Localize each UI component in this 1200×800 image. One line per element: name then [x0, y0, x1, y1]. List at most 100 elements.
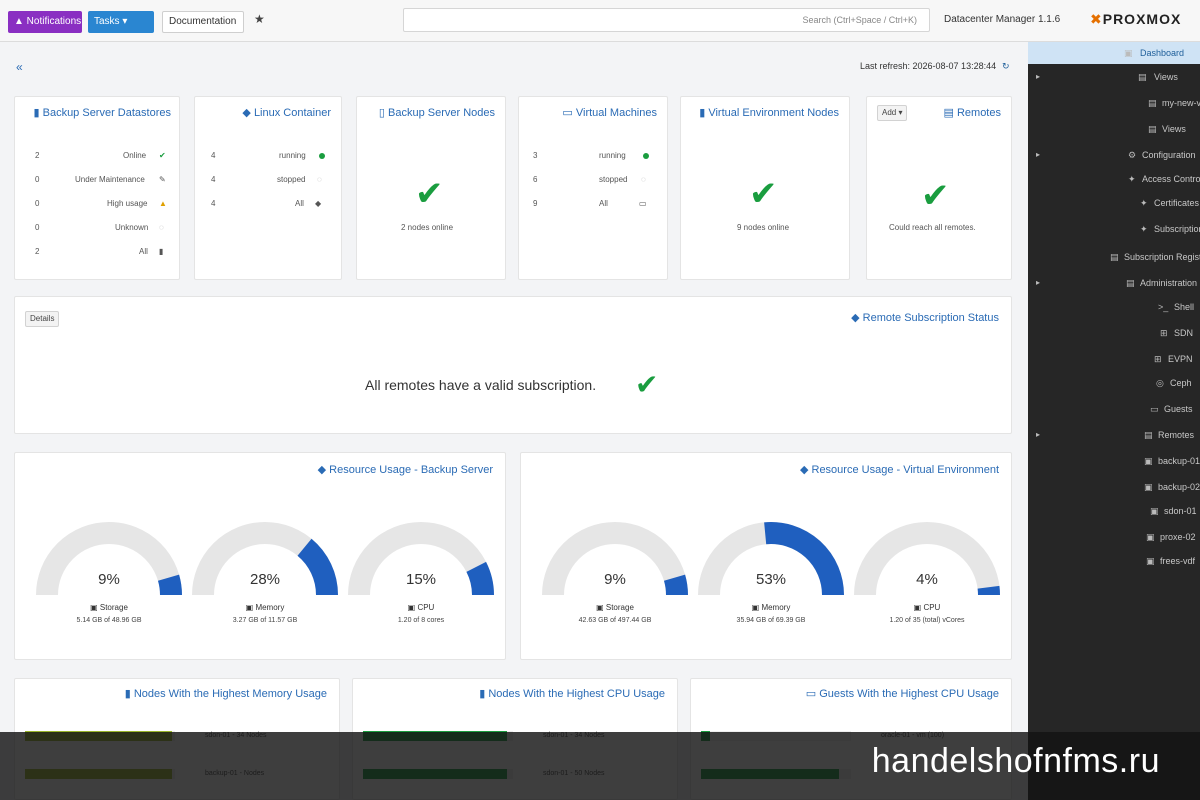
refresh-icon[interactable]: ↻ [1002, 61, 1010, 72]
remote-icon: ▣ [1146, 532, 1155, 542]
sidebar-item-my-new-view[interactable]: ▤ my-new-view [1028, 92, 1200, 114]
stopped-status-icon: ◌ [641, 175, 646, 184]
sidebar-item-remote[interactable]: ▣ proxe-02 [1028, 526, 1200, 548]
sidebar-item-label: backup-02 [1158, 482, 1200, 492]
network-icon: ⊞ [1154, 354, 1162, 364]
sidebar-item-configuration[interactable]: ▸ ⚙ Configuration [1028, 144, 1200, 166]
sidebar-item-remotes[interactable]: ▸ ▤ Remotes [1028, 424, 1200, 446]
add-remote-button[interactable]: Add ▾ [877, 105, 908, 121]
sidebar-item-ceph[interactable]: ◎ Ceph [1028, 372, 1200, 394]
gauge-value: 15% [405, 571, 437, 588]
gear-icon: ⚙ [1128, 150, 1137, 160]
vm-running-label: running [599, 151, 626, 160]
sidebar-item-sdn[interactable]: ⊞ SDN [1028, 322, 1200, 344]
wrench-icon: ✎ [159, 175, 166, 184]
sidebar-item-shell[interactable]: >_ Shell [1028, 296, 1200, 318]
sidebar-item-label: Views [1154, 72, 1178, 82]
panel-title: ▮ Nodes With the Highest Memory Usage [124, 688, 327, 700]
app-title: Datacenter Manager 1.1.6 [944, 14, 1061, 25]
panel-title: ◆ Linux Container [242, 107, 331, 119]
sidebar-item-access-control[interactable]: ✦ Access Control [1028, 168, 1200, 190]
ds-maintenance-count: 0 [35, 175, 40, 184]
certificate-icon: ✦ [1140, 198, 1148, 208]
documentation-button[interactable]: Documentation [162, 11, 244, 33]
ds-high-usage-label: High usage [107, 199, 148, 208]
gauge-value: 9% [98, 571, 120, 588]
gauge-fill [466, 561, 494, 596]
backup-datastores-panel: ▮ Backup Server Datastores ✔ Online 2 ✎ … [14, 96, 180, 280]
panel-title: ◆ Resource Usage - Virtual Environment [799, 464, 999, 476]
sidebar-item-remote[interactable]: ▣ frees-vdf [1028, 550, 1200, 572]
sidebar-item-label: sdon-01 [1164, 506, 1197, 516]
sidebar-item-remote[interactable]: ▣ sdon-01 [1028, 500, 1200, 522]
tasks-button[interactable]: Tasks ▾ [88, 11, 154, 33]
ds-online-count: 2 [35, 151, 40, 160]
remote-icon: ▣ [1150, 506, 1159, 516]
sidebar-item-administration[interactable]: ▸ ▤ Administration [1028, 272, 1200, 294]
remote-icon: ▣ [1144, 456, 1153, 466]
view-icon: ▤ [1148, 98, 1157, 108]
panel-title: ◆ Resource Usage - Backup Server [317, 464, 493, 476]
gauge-subtext: 35.94 GB of 69.39 GB [736, 617, 806, 624]
stopped-status-icon: ◌ [317, 175, 322, 184]
sidebar-item-subscription-registry[interactable]: ▤ Subscription Registry [1028, 246, 1200, 268]
container-icon: ◆ [315, 199, 322, 208]
datastore-icon: ▮ [159, 247, 164, 256]
subscription-icon: ✦ [1140, 224, 1148, 234]
sidebar-item-dashboard[interactable]: ▣ Dashboard [1028, 42, 1200, 64]
chevron-icon[interactable]: ▸ [1036, 66, 1040, 88]
sidebar-item-evpn[interactable]: ⊞ EVPN [1028, 348, 1200, 370]
linux-container-panel: ◆ Linux Container running 4 ◌ stopped 4 … [194, 96, 342, 280]
network-icon: ⊞ [1160, 328, 1168, 338]
sidebar-item-label: Guests [1164, 404, 1193, 414]
view-icon: ▤ [1148, 124, 1157, 134]
notifications-button[interactable]: ▲ Notifications [8, 11, 82, 33]
chevron-icon[interactable]: ▸ [1036, 424, 1040, 446]
gauge-value: 28% [249, 571, 281, 588]
views-icon: ▤ [1138, 72, 1147, 82]
vm-stopped-label: stopped [599, 175, 628, 184]
sidebar-item-label: Configuration [1142, 150, 1196, 160]
warning-icon: ▲ [159, 199, 167, 208]
panel-title: ▤ Remotes [943, 107, 1001, 119]
sidebar-item-label: proxe-02 [1160, 532, 1196, 542]
collapse-icon[interactable]: « [16, 60, 23, 74]
gauge-subtext: 3.27 GB of 11.57 GB [232, 617, 298, 624]
ok-check-icon: ✔ [921, 177, 950, 215]
gauge-subtext: 1.20 of 8 cores [397, 617, 445, 624]
chevron-icon[interactable]: ▸ [1036, 272, 1040, 294]
gauge-value: 4% [916, 571, 938, 588]
sidebar-item-label: backup-01 [1158, 456, 1200, 466]
panel-title: ▯ Backup Server Nodes [378, 107, 495, 119]
sidebar-item-label: Views [1162, 124, 1186, 134]
sidebar-item-views[interactable]: ▸ ▤ Views [1028, 66, 1200, 88]
ve-nodes-panel: ▮ Virtual Environment Nodes ✔ 9 nodes on… [680, 96, 850, 280]
sidebar-item-certificates[interactable]: ✦ Certificates [1028, 192, 1200, 214]
sidebar-item-remote[interactable]: ▣ backup-02 [1028, 476, 1200, 498]
vm-all-count: 9 [533, 199, 538, 208]
sidebar-item-label: Subscription [1154, 224, 1200, 234]
ds-all-count: 2 [35, 247, 40, 256]
running-status-icon [643, 153, 649, 159]
sidebar-item-subscription[interactable]: ✦ Subscription [1028, 218, 1200, 240]
details-button[interactable]: Details [25, 311, 60, 327]
panel-title: ▮ Virtual Environment Nodes [699, 107, 839, 119]
sidebar-item-remote[interactable]: ▣ backup-01 [1028, 450, 1200, 472]
panel-title: ◆ Remote Subscription Status [851, 312, 999, 324]
terminal-icon: >_ [1158, 302, 1169, 312]
sidebar-item-label: Certificates [1154, 198, 1200, 208]
last-refresh: Last refresh: 2026-08-07 13:28:44 [860, 61, 997, 71]
sidebar-item-views-list[interactable]: ▤ Views [1028, 118, 1200, 140]
gauge-label: ▣ Storage [90, 603, 128, 612]
sidebar-item-label: Shell [1174, 302, 1195, 312]
sidebar: ▣ Dashboard ▸ ▤ Views ▤ my-new-view ▤ Views ▸… [1028, 42, 1200, 800]
gauge-label: ▣ Memory [245, 603, 285, 612]
sidebar-item-label: Remotes [1158, 430, 1195, 440]
search-input[interactable]: Search (Ctrl+Space / Ctrl+K) [403, 8, 930, 32]
favorite-star-icon[interactable]: ★ [254, 12, 265, 26]
gauge-value: 53% [755, 571, 787, 588]
subscription-panel: ◆ Remote Subscription Status Details ✔ A… [14, 296, 1012, 434]
chevron-icon[interactable]: ▸ [1036, 144, 1040, 166]
sidebar-item-label: frees-vdf [1160, 556, 1196, 566]
sidebar-item-guests[interactable]: ▭ Guests [1028, 398, 1200, 420]
